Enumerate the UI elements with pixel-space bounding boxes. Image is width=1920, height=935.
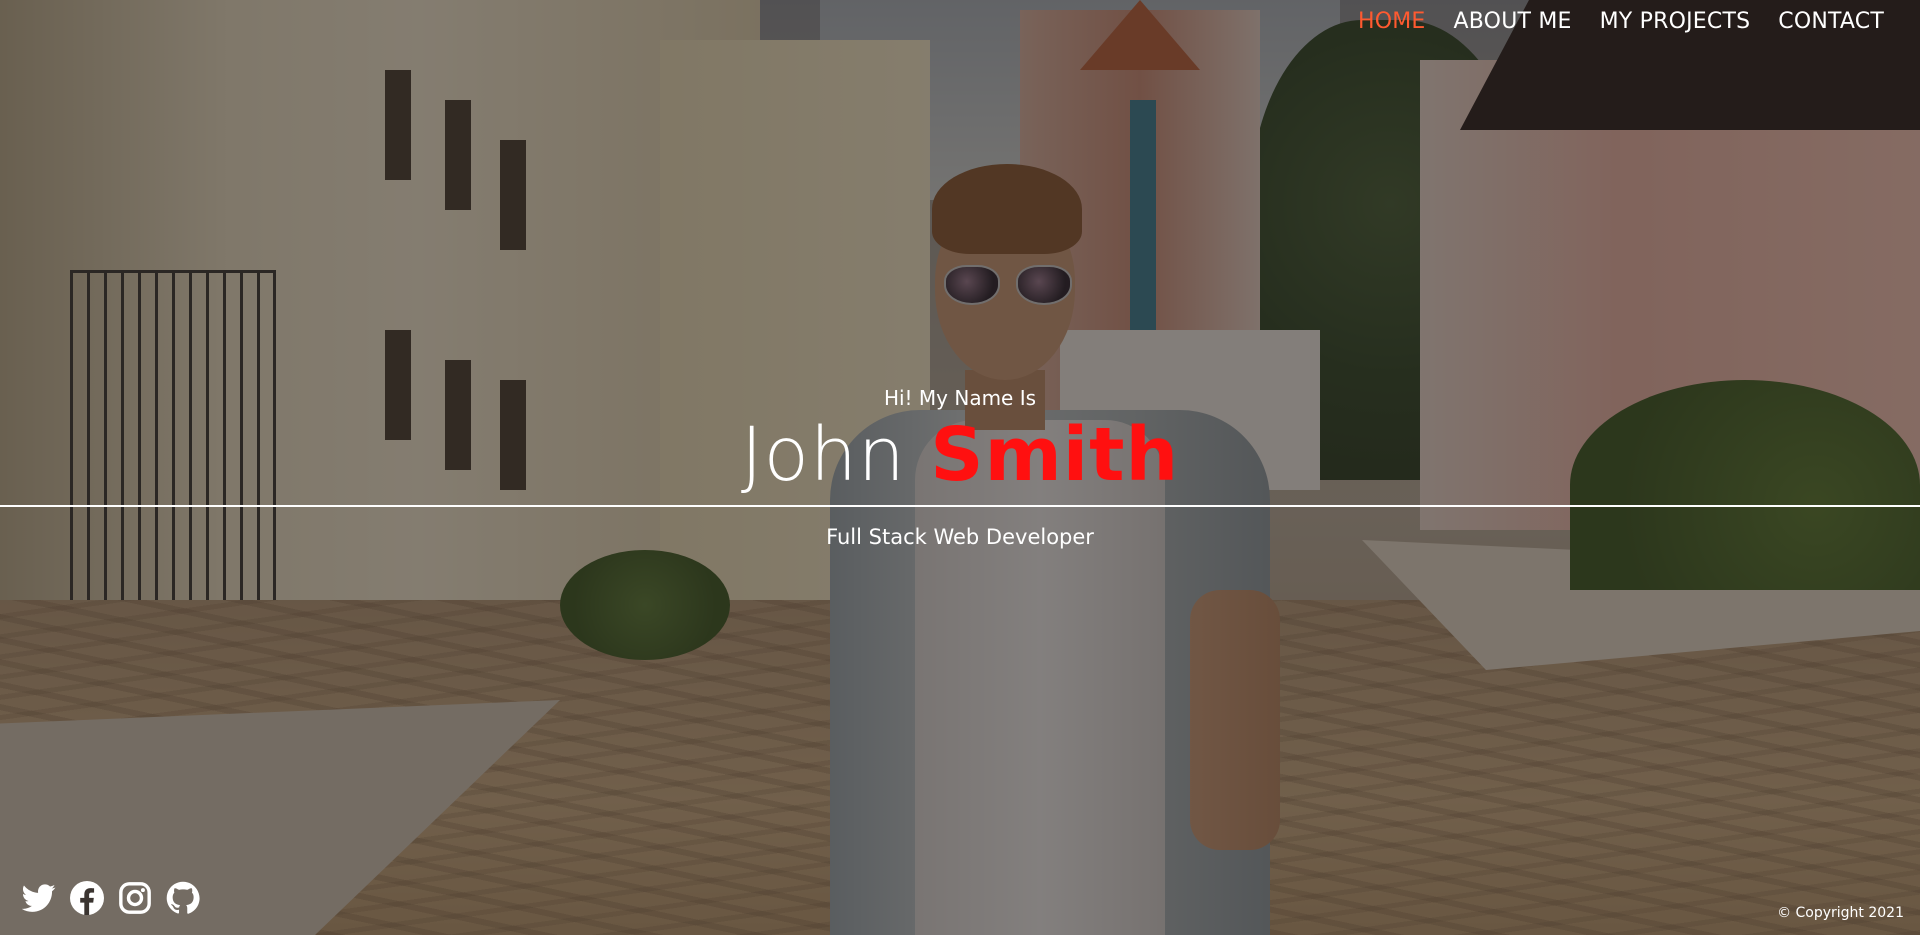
job-title: Full Stack Web Developer bbox=[826, 525, 1094, 549]
copyright-text: © Copyright 2021 bbox=[1777, 905, 1904, 921]
hero-name: John Smith bbox=[0, 413, 1920, 497]
hero-divider bbox=[0, 505, 1920, 507]
nav-contact[interactable]: CONTACT bbox=[1778, 8, 1884, 36]
twitter-icon[interactable] bbox=[22, 881, 56, 915]
hero-section: HOME ABOUT ME MY PROJECTS CONTACT Hi! My… bbox=[0, 0, 1920, 935]
github-icon[interactable] bbox=[166, 881, 200, 915]
facebook-icon[interactable] bbox=[70, 881, 104, 915]
nav-about-me[interactable]: ABOUT ME bbox=[1454, 8, 1572, 36]
main-nav: HOME ABOUT ME MY PROJECTS CONTACT bbox=[1358, 8, 1884, 36]
instagram-icon[interactable] bbox=[118, 881, 152, 915]
social-links bbox=[22, 881, 200, 915]
hero-text: Hi! My Name Is John Smith bbox=[0, 385, 1920, 497]
last-name: Smith bbox=[930, 412, 1180, 498]
greeting: Hi! My Name Is bbox=[883, 386, 1037, 410]
nav-my-projects[interactable]: MY PROJECTS bbox=[1600, 8, 1751, 36]
nav-home[interactable]: HOME bbox=[1358, 8, 1426, 36]
first-name: John bbox=[740, 412, 906, 498]
